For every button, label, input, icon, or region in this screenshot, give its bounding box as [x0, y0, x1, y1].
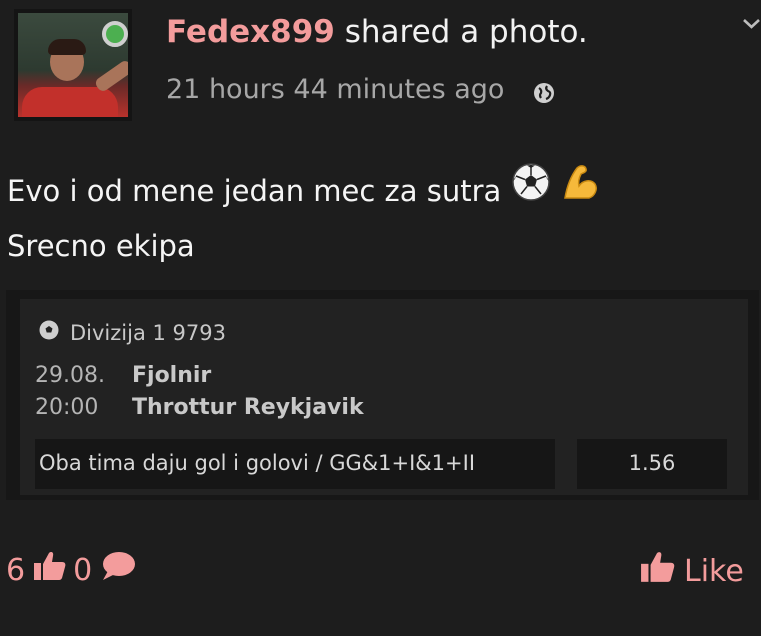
soccer-ball-icon	[38, 319, 60, 346]
bet-label: Oba tima daju gol i golovi / GG&1+I&1+II	[39, 451, 476, 475]
like-button[interactable]: Like	[640, 550, 744, 592]
reaction-counts: 6 0	[6, 550, 142, 590]
post-text-line: Srecno ekipa	[7, 229, 195, 263]
soccer-ball-icon	[511, 162, 551, 219]
match-date-row: 29.08. Fjolnir	[35, 363, 211, 388]
flexed-biceps-icon	[561, 162, 599, 219]
post-header: Fedex899 shared a photo.	[166, 14, 588, 50]
thumbs-up-icon[interactable]	[33, 550, 67, 590]
likes-count: 6	[6, 552, 26, 588]
away-team: Throttur Reykjavik	[132, 395, 364, 420]
like-label: Like	[684, 553, 744, 589]
post-action-text: shared a photo.	[344, 14, 588, 50]
league-row: Divizija 1 9793	[38, 319, 226, 346]
thumbs-up-icon	[640, 550, 676, 592]
comments-count: 0	[73, 552, 93, 588]
username-link[interactable]: Fedex899	[166, 14, 335, 50]
odd-value: 1.56	[628, 451, 676, 475]
match-time-row: 20:00 Throttur Reykjavik	[35, 395, 364, 420]
bet-ticket: Divizija 1 9793 29.08. Fjolnir 20:00 Thr…	[20, 299, 748, 495]
comment-bubble-icon[interactable]	[100, 550, 136, 590]
online-status-dot	[102, 21, 128, 47]
odd-box: 1.56	[577, 439, 727, 489]
home-team: Fjolnir	[132, 363, 212, 388]
globe-icon	[533, 82, 555, 108]
bet-selection: Oba tima daju gol i golovi / GG&1+I&1+II	[35, 439, 555, 489]
post-text-line: Evo i od mene jedan mec za sutra	[7, 173, 502, 208]
chevron-down-icon[interactable]	[742, 16, 761, 35]
bet-ticket-photo[interactable]: Divizija 1 9793 29.08. Fjolnir 20:00 Thr…	[6, 290, 759, 500]
league-name: Divizija 1 9793	[70, 320, 226, 345]
post-timestamp[interactable]: 21 hours 44 minutes ago	[166, 74, 504, 105]
avatar[interactable]	[14, 9, 132, 121]
post-body: Evo i od mene jedan mec za sutra Srecno …	[7, 162, 599, 273]
match-time: 20:00	[35, 395, 99, 420]
match-date: 29.08.	[35, 363, 105, 388]
